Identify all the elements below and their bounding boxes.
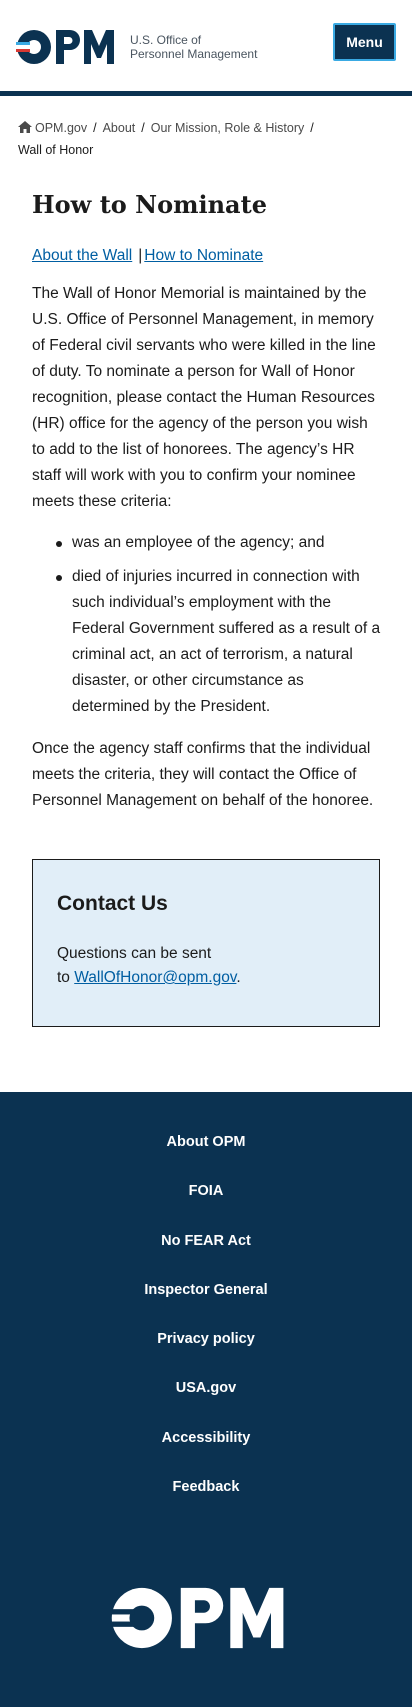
- contact-box: Contact Us Questions can be sent to WallO…: [32, 859, 380, 1027]
- menu-button[interactable]: Menu: [333, 23, 396, 61]
- footer-link-usa-gov[interactable]: USA.gov: [176, 1380, 236, 1396]
- contact-text-end: .: [236, 969, 241, 986]
- closing-paragraph: Once the agency staff confirms that the …: [32, 740, 374, 809]
- main-content: How to Nominate About the Wall | How to No…: [32, 188, 382, 814]
- link-about-the-wall[interactable]: About the Wall: [32, 247, 132, 264]
- breadcrumb-current: Wall of Honor: [18, 143, 94, 157]
- footer-link-inspector-general[interactable]: Inspector General: [144, 1282, 267, 1298]
- page-title: How to Nominate: [32, 190, 267, 219]
- criteria-item: was an employee of the agency; and: [56, 530, 382, 556]
- criteria-list: was an employee of the agency; and died …: [56, 530, 382, 720]
- contact-heading: Contact Us: [57, 892, 168, 915]
- intro-paragraph: The Wall of Honor Memorial is maintained…: [32, 285, 376, 510]
- contact-text: Questions can be sent to WallOfHonor@opm.…: [57, 942, 355, 990]
- agency-name: U.S. Office of Personnel Management: [130, 33, 257, 61]
- breadcrumb-separator: /: [93, 121, 97, 135]
- site-footer: About OPM FOIA No FEAR Act Inspector Gen…: [0, 1092, 412, 1707]
- link-divider: |: [138, 247, 143, 264]
- contact-text-to: to: [57, 969, 75, 986]
- breadcrumb-mission[interactable]: Our Mission, Role & History: [151, 121, 305, 135]
- footer-link-foia[interactable]: FOIA: [189, 1183, 224, 1199]
- contact-text-line1: Questions can be sent: [57, 945, 212, 962]
- breadcrumb: OPM.gov / About / Our Mission, Role & Histor…: [18, 117, 398, 161]
- footer-opm-logo[interactable]: [110, 1586, 294, 1650]
- breadcrumb-separator: /: [310, 121, 314, 135]
- footer-link-privacy-policy[interactable]: Privacy policy: [157, 1331, 255, 1347]
- criteria-item: died of injuries incurred in connection …: [56, 564, 382, 720]
- agency-name-line2: Personnel Management: [130, 47, 258, 61]
- footer-link-feedback[interactable]: Feedback: [173, 1479, 240, 1495]
- section-links: About the Wall | How to Nominate: [32, 245, 382, 267]
- footer-link-no-fear-act[interactable]: No FEAR Act: [161, 1233, 251, 1249]
- breadcrumb-about[interactable]: About: [103, 121, 136, 135]
- footer-links: About OPM FOIA No FEAR Act Inspector Gen…: [0, 1092, 412, 1524]
- home-icon: [18, 121, 32, 133]
- link-how-to-nominate[interactable]: How to Nominate: [144, 247, 263, 264]
- breadcrumb-opm-gov[interactable]: OPM.gov: [35, 121, 87, 135]
- footer-link-about-opm[interactable]: About OPM: [167, 1134, 246, 1150]
- site-header: U.S. Office of Personnel Management Menu: [0, 0, 412, 96]
- footer-link-accessibility[interactable]: Accessibility: [162, 1430, 251, 1446]
- breadcrumb-separator: /: [141, 121, 145, 135]
- opm-logo[interactable]: [16, 29, 120, 65]
- agency-name-line1: U.S. Office of: [130, 33, 202, 47]
- contact-email-link[interactable]: WallOfHonor@opm.gov: [74, 969, 236, 986]
